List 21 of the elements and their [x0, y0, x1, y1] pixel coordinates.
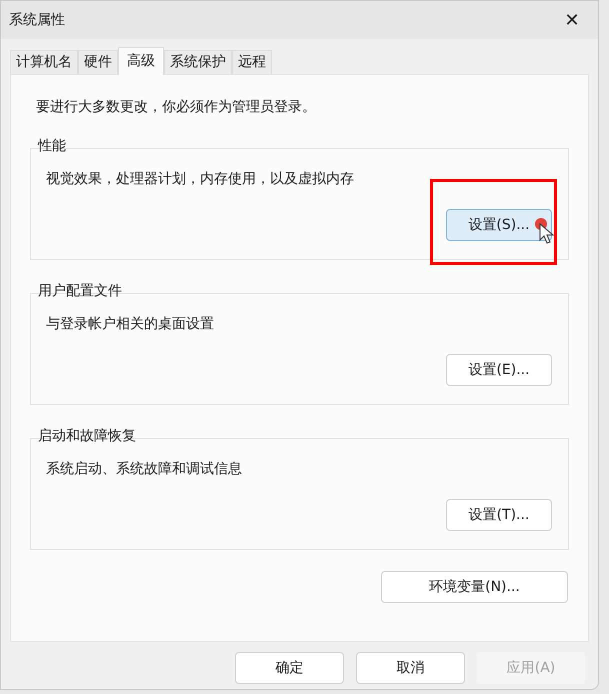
close-button[interactable]: ✕	[558, 6, 586, 34]
group-description: 视觉效果，处理器计划，内存使用，以及虚拟内存	[46, 170, 355, 189]
tab[interactable]: 高级	[118, 47, 164, 75]
group-title: 启动和故障恢复	[38, 427, 137, 446]
tab[interactable]: 硬件	[78, 50, 118, 74]
group-title: 性能	[38, 137, 67, 156]
group-description: 系统启动、系统故障和调试信息	[46, 460, 243, 479]
settings-button[interactable]: 设置(T)...	[446, 499, 552, 531]
window-title: 系统属性	[9, 10, 65, 30]
tab[interactable]: 系统保护	[164, 50, 232, 74]
tab[interactable]: 远程	[232, 50, 272, 74]
group-description: 与登录帐户相关的桌面设置	[46, 315, 215, 334]
dialog-button[interactable]: 取消	[356, 652, 465, 684]
environment-variables-button[interactable]: 环境变量(N)...	[381, 571, 568, 603]
dialog-button[interactable]: 确定	[235, 652, 344, 684]
notice-text: 要进行大多数更改，你必须作为管理员登录。	[36, 98, 317, 117]
pointer-icon	[534, 218, 556, 244]
group-title: 用户配置文件	[38, 282, 123, 301]
settings-button[interactable]: 设置(E)...	[446, 354, 552, 386]
settings-button[interactable]: 设置(S)...	[446, 209, 552, 241]
tab[interactable]: 计算机名	[10, 50, 78, 74]
